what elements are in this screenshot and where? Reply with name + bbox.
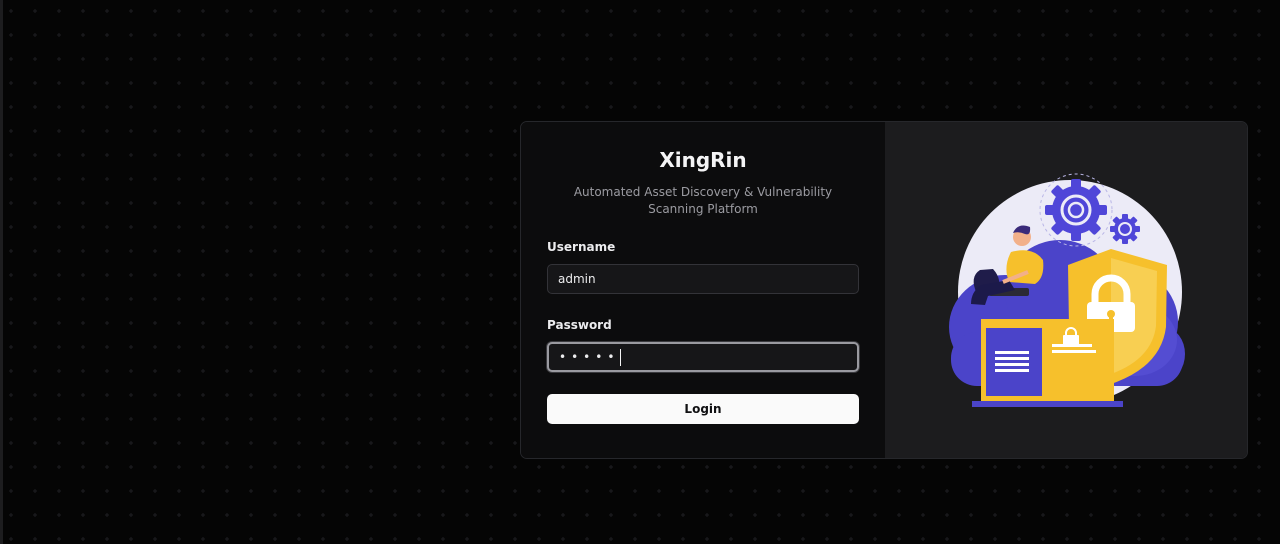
username-label: Username (547, 240, 616, 254)
text-caret (620, 348, 622, 366)
security-cloud-illustration (949, 173, 1185, 407)
login-form: XingRin Automated Asset Discovery & Vuln… (521, 122, 885, 458)
app-title: XingRin (659, 148, 747, 172)
app-subtitle: Automated Asset Discovery & Vulnerabilit… (573, 185, 833, 216)
login-card: XingRin Automated Asset Discovery & Vuln… (520, 121, 1248, 459)
password-label: Password (547, 318, 612, 332)
username-input[interactable]: admin (547, 264, 859, 294)
password-value: ••••• (559, 350, 620, 364)
laptop-screen (972, 319, 1123, 407)
gear-icon (1110, 214, 1140, 244)
password-input[interactable]: ••••• (547, 342, 859, 372)
illustration-panel (885, 122, 1247, 458)
username-value: admin (558, 272, 596, 286)
login-button[interactable]: Login (547, 394, 859, 424)
window-edge (0, 0, 3, 544)
